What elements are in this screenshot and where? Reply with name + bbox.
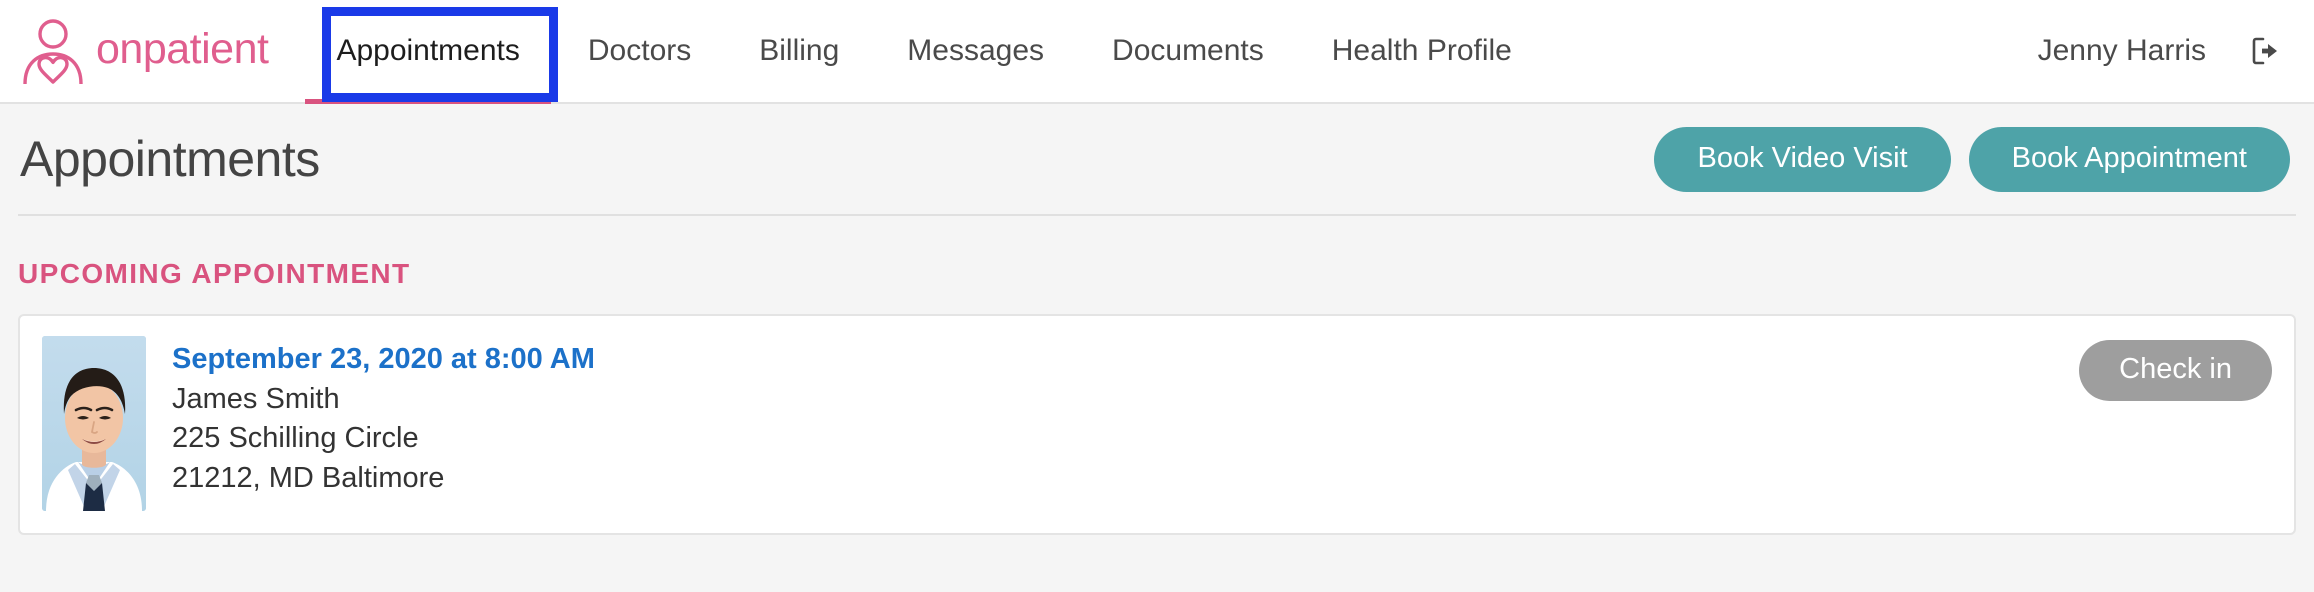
appointment-card: September 23, 2020 at 8:00 AM James Smit…	[18, 314, 2296, 535]
nav-item-label: Health Profile	[1331, 34, 1512, 67]
page-header-actions: Book Video Visit Book Appointment	[1654, 126, 2290, 192]
nav-item-documents[interactable]: Documents	[1078, 0, 1298, 102]
nav-item-messages[interactable]: Messages	[873, 0, 1078, 102]
brand-logo[interactable]: onpatient	[22, 18, 269, 85]
nav-item-doctors[interactable]: Doctors	[554, 0, 725, 102]
appointment-details: September 23, 2020 at 8:00 AM James Smit…	[146, 336, 595, 497]
user-name[interactable]: Jenny Harris	[2038, 34, 2206, 68]
appointment-card-wrapper: September 23, 2020 at 8:00 AM James Smit…	[0, 314, 2314, 535]
book-video-visit-button[interactable]: Book Video Visit	[1654, 126, 1951, 192]
appointment-doctor-name: James Smith	[172, 382, 340, 415]
page-title: Appointments	[20, 131, 320, 187]
nav-item-health-profile[interactable]: Health Profile	[1298, 0, 1546, 102]
nav-user-area: Jenny Harris	[2038, 34, 2288, 68]
nav-item-label: Appointments	[336, 34, 520, 67]
nav-item-label: Doctors	[587, 34, 692, 67]
nav-item-label: Messages	[907, 34, 1045, 67]
nav-item-billing[interactable]: Billing	[725, 0, 873, 102]
logout-icon[interactable]	[2250, 35, 2282, 67]
appointment-address-line2: 21212, MD Baltimore	[172, 461, 445, 494]
page-header: Appointments Book Video Visit Book Appoi…	[0, 104, 2314, 214]
check-in-button[interactable]: Check in	[2079, 340, 2272, 401]
nav-item-label: Billing	[759, 34, 840, 67]
person-heart-logo-icon	[22, 18, 84, 85]
main-nav: Appointments Doctors Billing Messages Do…	[302, 0, 1546, 104]
upcoming-section-label: UPCOMING APPOINTMENT	[18, 258, 411, 289]
top-navigation-bar: onpatient Appointments Doctors Billing M…	[0, 0, 2314, 104]
appointment-address-line1: 225 Schilling Circle	[172, 422, 419, 455]
brand-name: onpatient	[96, 24, 269, 73]
book-appointment-button[interactable]: Book Appointment	[1968, 126, 2290, 192]
doctor-photo-avatar	[42, 336, 146, 511]
nav-item-appointments[interactable]: Appointments	[302, 0, 553, 104]
nav-item-label: Documents	[1112, 34, 1264, 67]
appointment-datetime-link[interactable]: September 23, 2020 at 8:00 AM	[172, 340, 595, 379]
appointment-actions: Check in	[2079, 336, 2272, 401]
